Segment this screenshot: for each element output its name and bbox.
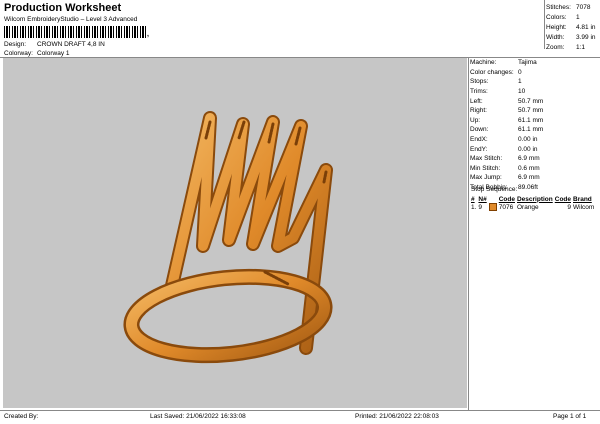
footer-page: Page 1 of 1: [553, 413, 587, 420]
info-min-stitch: Min Stitch: 0.6 mm: [470, 164, 540, 172]
info-machine: Machine: Tajima: [470, 59, 537, 67]
footer-divider: [0, 410, 600, 411]
info-endx: EndX: 0.00 in: [470, 136, 538, 144]
panel-separator: [468, 58, 469, 410]
barcode-mark: ,: [147, 31, 149, 38]
worksheet-title: Production Worksheet: [4, 2, 122, 14]
info-up: Up: 61.1 mm: [470, 116, 544, 124]
stat-colors: Colors: 1: [546, 13, 580, 21]
machine-info-panel: Machine: Tajima Color changes: 0 Stops: 1 T…: [470, 58, 543, 192]
stop-sequence-header: # N# Code Description Code Brand: [471, 195, 596, 203]
stat-width: Width: 3.99 in: [546, 33, 596, 41]
colorway-label: Colorway:: [4, 50, 33, 57]
col-brand: Brand: [573, 195, 592, 203]
stop-sequence-title: Stop Sequence:: [471, 186, 518, 193]
stop-sequence-table: # N# Code Description Code Brand 1. 9 70…: [471, 195, 596, 211]
table-row: 1. 9 7076 Orange 9 Wilcom: [471, 203, 595, 211]
design-label: Design:: [4, 41, 27, 48]
stat-stitches: Stitches: 7078: [546, 3, 591, 11]
info-left: Left: 50.7 mm: [470, 97, 544, 105]
design-value: CROWN DRAFT 4,8 IN: [37, 41, 105, 48]
col-number: #: [471, 195, 475, 203]
stat-height: Height: 4.81 in: [546, 23, 596, 31]
info-stops: Stops: 1: [470, 78, 522, 86]
header-separator: [544, 0, 545, 49]
col-swatch: [489, 195, 499, 203]
footer-printed: Printed: 21/06/2022 22:08:03: [355, 413, 439, 420]
info-right: Right: 50.7 mm: [470, 107, 544, 115]
info-max-jump: Max Jump: 6.9 mm: [470, 174, 540, 182]
stats-block: Stitches: 7078 Colors: 1 Height: 4.81 in Wi…: [546, 2, 600, 52]
colorway-row: Colorway: Colorway 1: [4, 50, 70, 57]
stat-zoom: Zoom: 1:1: [546, 43, 586, 51]
footer-last-saved: Last Saved: 21/06/2022 16:33:08: [150, 413, 246, 420]
info-color-changes: Color changes: 0: [470, 68, 522, 76]
info-trims: Trims: 10: [470, 88, 526, 96]
col-code: Code: [498, 195, 515, 203]
design-row: Design: CROWN DRAFT 4,8 IN: [4, 41, 105, 48]
col-needle: N#: [478, 195, 487, 203]
barcode: [4, 26, 146, 38]
col-code-2: Code: [554, 195, 571, 203]
crown-embroidery-image: [123, 111, 333, 364]
col-description: Description: [516, 195, 553, 203]
footer-created-by: Created By:: [4, 413, 39, 420]
software-subtitle: Wilcom EmbroideryStudio – Level 3 Advanc…: [4, 16, 138, 23]
design-preview: [3, 58, 467, 408]
color-swatch: [488, 203, 497, 211]
info-endy: EndY: 0.00 in: [470, 145, 538, 153]
info-down: Down: 61.1 mm: [470, 126, 544, 134]
info-max-stitch: Max Stitch: 6.9 mm: [470, 155, 540, 163]
colorway-value: Colorway 1: [37, 50, 70, 57]
